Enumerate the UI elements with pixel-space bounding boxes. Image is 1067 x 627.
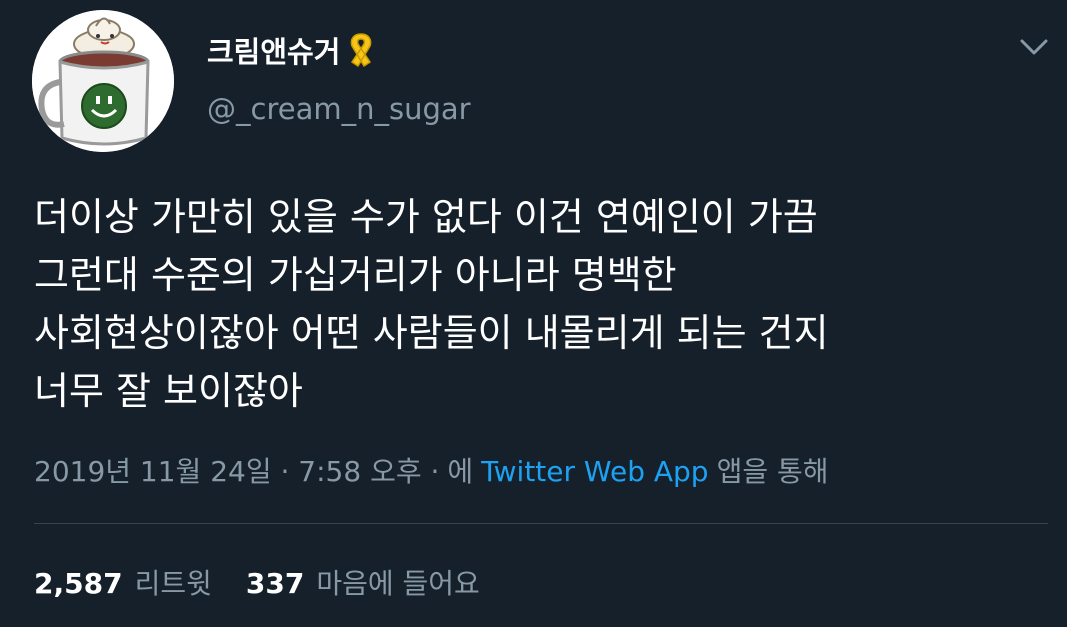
chevron-down-icon[interactable] [1018,36,1050,58]
divider [34,523,1048,524]
tweet-text-line: 더이상 가만히 있을 수가 없다 이건 연예인이 가끔 [34,195,818,239]
source-app-link[interactable]: Twitter Web App [481,455,708,488]
likes-stat[interactable]: 337 마음에 들어요 [246,562,480,602]
tweet-meta: 2019년 11월 24일 · 7:58 오후 · 에 Twitter Web … [34,450,829,490]
likes-count: 337 [245,567,305,600]
tweet-timestamp[interactable]: 2019년 11월 24일 · 7:58 오후 · [34,450,439,490]
tweet-text-line: 사회현상이잖아 어떤 사람들이 내몰리게 되는 건지 [34,311,829,355]
yellow-ribbon-icon [344,30,378,70]
display-name[interactable]: 크림앤슈거 [207,30,378,70]
tweet-stats: 2,587 리트윗 337 마음에 들어요 [34,562,514,602]
retweets-count: 2,587 [34,567,123,600]
tweet-detail: 크림앤슈거 @_cream_n_sugar 더이상 가만히 있을 수가 없다 이… [0,0,1067,627]
retweets-label: 리트윗 [134,567,212,600]
smiley-coffee-mug-icon [32,10,174,152]
avatar[interactable] [32,10,174,152]
likes-label: 마음에 들어요 [316,567,480,600]
tweet-text-line: 그런대 수준의 가십거리가 아니라 명백한 [34,253,677,297]
retweets-stat[interactable]: 2,587 리트윗 [34,562,212,602]
via-prefix: 에 [447,455,474,488]
display-name-text: 크림앤슈거 [207,35,341,69]
tweet-text: 더이상 가만히 있을 수가 없다 이건 연예인이 가끔 그런대 수준의 가십거리… [34,188,1034,420]
tweet-text-line: 너무 잘 보이잖아 [34,369,303,413]
via-suffix: 앱을 통해 [716,455,829,488]
user-handle[interactable]: @_cream_n_sugar [207,92,471,126]
